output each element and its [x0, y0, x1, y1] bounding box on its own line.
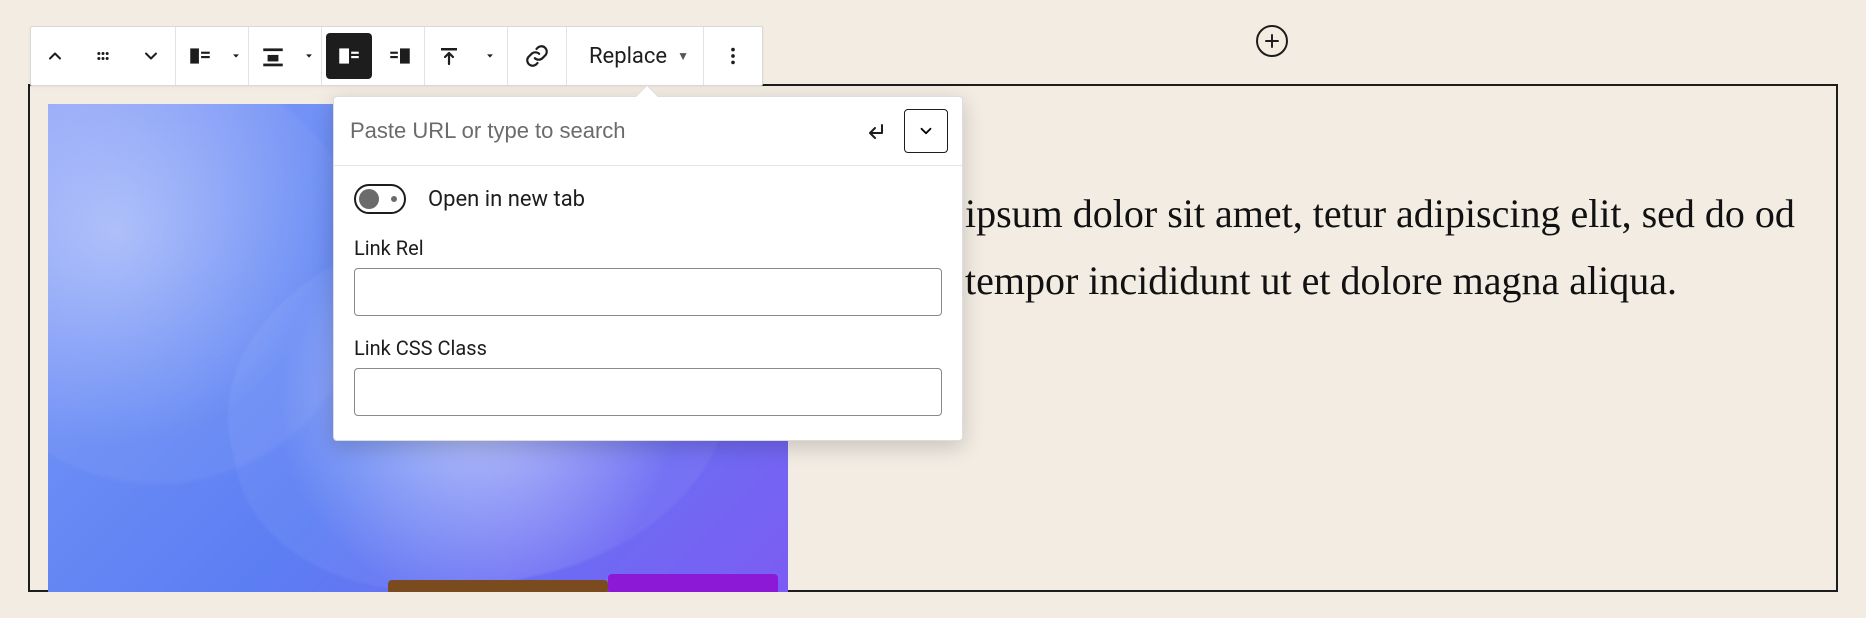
url-input[interactable] — [350, 118, 852, 144]
valign-top-icon — [437, 44, 461, 68]
paragraph-text[interactable]: ipsum dolor sit amet, tetur adipiscing e… — [965, 180, 1822, 314]
kebab-icon — [722, 45, 744, 67]
vertical-align-dropdown[interactable] — [473, 51, 507, 61]
chevron-down-icon — [141, 46, 161, 66]
caret-down-icon: ▼ — [677, 49, 689, 63]
link-settings-toggle[interactable] — [904, 109, 948, 153]
decorative-bar — [608, 574, 778, 592]
caret-down-icon — [485, 51, 495, 61]
link-css-input[interactable] — [354, 368, 942, 416]
block-type-button[interactable] — [176, 27, 224, 85]
open-new-tab-toggle[interactable] — [354, 184, 406, 214]
media-left-button[interactable] — [326, 33, 372, 79]
chevron-up-icon — [45, 46, 65, 66]
link-css-label: Link CSS Class — [354, 336, 942, 360]
caret-down-icon — [304, 51, 314, 61]
submit-link-button[interactable] — [864, 119, 892, 143]
plus-icon — [1263, 32, 1281, 50]
media-left-icon — [336, 43, 362, 69]
chevron-down-icon — [917, 122, 935, 140]
replace-button[interactable]: Replace ▼ — [567, 27, 703, 85]
align-dropdown[interactable] — [297, 51, 321, 61]
drag-handle[interactable] — [79, 27, 127, 85]
move-up-button[interactable] — [31, 27, 79, 85]
align-icon — [260, 43, 286, 69]
block-toolbar: Replace ▼ — [30, 26, 763, 86]
link-icon — [524, 43, 550, 69]
vertical-align-button[interactable] — [425, 27, 473, 85]
replace-label: Replace — [589, 44, 667, 69]
toggle-dot — [391, 196, 397, 202]
move-down-button[interactable] — [127, 27, 175, 85]
toggle-knob — [359, 189, 379, 209]
decorative-bar — [388, 580, 608, 592]
return-icon — [866, 119, 890, 143]
add-block-button[interactable] — [1256, 25, 1288, 57]
caret-down-icon — [231, 51, 241, 61]
link-popover: Open in new tab Link Rel Link CSS Class — [333, 96, 963, 441]
block-type-dropdown[interactable] — [224, 51, 248, 61]
open-new-tab-label: Open in new tab — [428, 187, 585, 212]
more-options-button[interactable] — [704, 27, 762, 85]
media-right-button[interactable] — [376, 27, 424, 85]
media-right-icon — [387, 43, 413, 69]
align-button[interactable] — [249, 27, 297, 85]
link-rel-label: Link Rel — [354, 236, 942, 260]
media-text-icon — [187, 43, 213, 69]
link-button[interactable] — [508, 27, 566, 85]
link-rel-input[interactable] — [354, 268, 942, 316]
drag-icon — [93, 46, 113, 66]
